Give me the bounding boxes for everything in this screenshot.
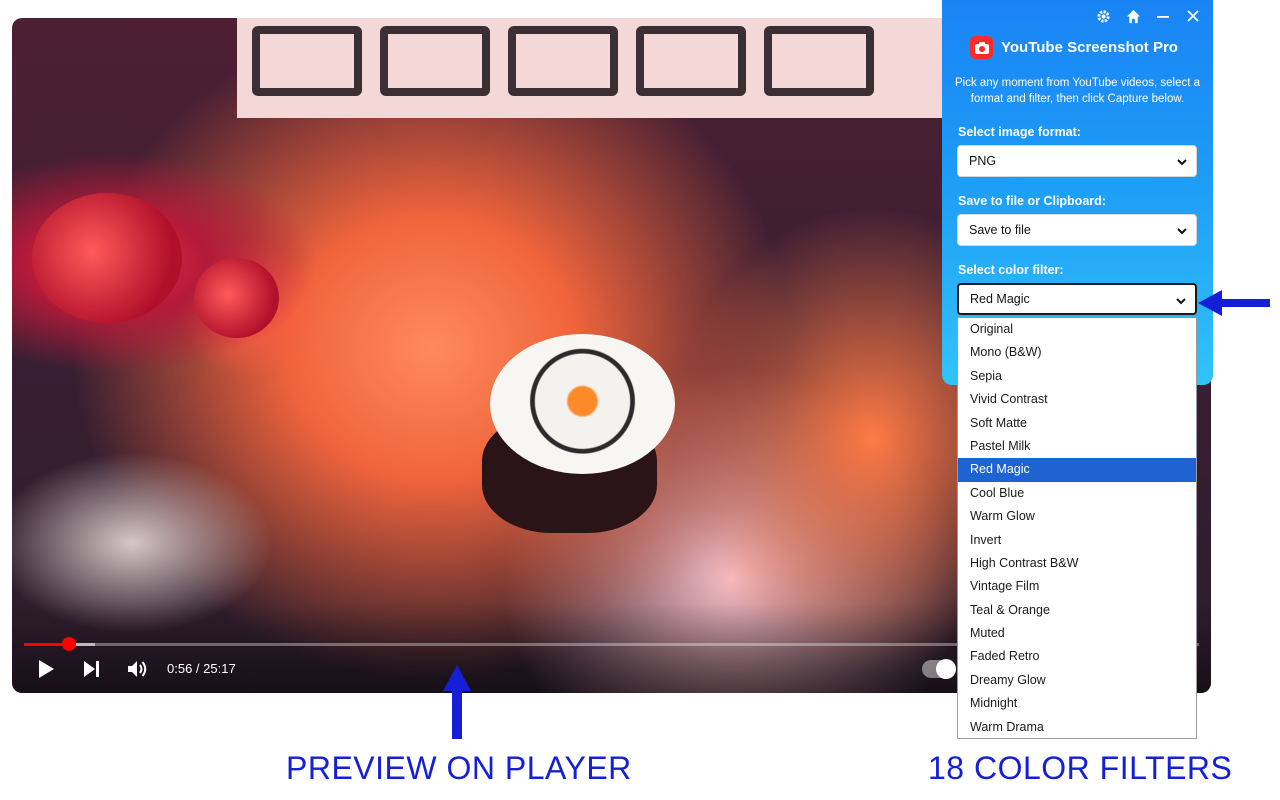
filter-option[interactable]: Faded Retro [958,645,1196,668]
filter-option[interactable]: Original [958,318,1196,341]
arrow-left-icon [1198,290,1270,316]
camera-logo-icon [970,36,993,59]
filter-option[interactable]: Sepia [958,365,1196,388]
popup-brand: YouTube Screenshot Pro [970,36,1178,59]
settings-icon[interactable] [1095,8,1111,24]
play-button[interactable] [34,655,58,683]
video-frame-sign-glyphs [252,26,952,106]
caption-preview: PREVIEW ON PLAYER [286,750,632,786]
popup-title: YouTube Screenshot Pro [1001,39,1178,56]
format-select-value: PNG [969,154,997,168]
screenshot-stage: 0:56 / 25:17 YouTube Screenshot Pro Pick… [0,0,1280,800]
home-icon[interactable] [1125,8,1141,24]
save-select-value: Save to file [969,223,1031,237]
popup-intro: Pick any moment from YouTube videos, sel… [954,77,1201,105]
filter-label: Select color filter: [958,263,1064,277]
chevron-down-icon [1177,159,1187,166]
filter-option[interactable]: Vintage Film [958,575,1196,598]
filter-option[interactable]: Mono (B&W) [958,341,1196,364]
filter-option[interactable]: Dreamy Glow [958,669,1196,692]
progress-played [24,643,68,646]
filter-option[interactable]: High Contrast B&W [958,552,1196,575]
autoplay-toggle[interactable] [922,659,956,679]
format-label: Select image format: [958,125,1081,139]
filter-option[interactable]: Invert [958,529,1196,552]
filter-option[interactable]: Warm Drama [958,716,1196,739]
arrow-up-icon [443,665,471,739]
video-frame-lantern [194,258,279,338]
filter-option[interactable]: Cool Blue [958,482,1196,505]
filter-option[interactable]: Midnight [958,692,1196,715]
progress-scrubber[interactable] [62,637,76,651]
popup-toolbar [1095,8,1201,24]
volume-button[interactable] [124,655,152,683]
filter-option[interactable]: Pastel Milk [958,435,1196,458]
time-display: 0:56 / 25:17 [167,661,236,676]
minimize-icon[interactable] [1155,8,1171,24]
next-button[interactable] [80,655,104,683]
filter-option[interactable]: Teal & Orange [958,599,1196,622]
filter-select[interactable]: Red Magic [957,283,1197,315]
caption-filters: 18 COLOR FILTERS [928,750,1233,786]
save-select[interactable]: Save to file [957,214,1197,246]
format-select[interactable]: PNG [957,145,1197,177]
save-label: Save to file or Clipboard: [958,194,1106,208]
filter-dropdown-list: Original Mono (B&W) Sepia Vivid Contrast Sof… [957,317,1197,739]
filter-option[interactable]: Warm Glow [958,505,1196,528]
chevron-down-icon [1176,298,1186,305]
skip-next-icon [84,661,99,677]
filter-option[interactable]: Muted [958,622,1196,645]
video-frame-lantern [32,193,182,323]
chevron-down-icon [1177,228,1187,235]
filter-option[interactable]: Soft Matte [958,412,1196,435]
filter-select-value: Red Magic [970,292,1030,306]
filter-option[interactable]: Vivid Contrast [958,388,1196,411]
video-frame-sushi [490,334,675,474]
volume-icon [128,661,147,677]
filter-option[interactable]: Red Magic [958,458,1196,482]
close-icon[interactable] [1185,8,1201,24]
play-icon [39,660,54,678]
